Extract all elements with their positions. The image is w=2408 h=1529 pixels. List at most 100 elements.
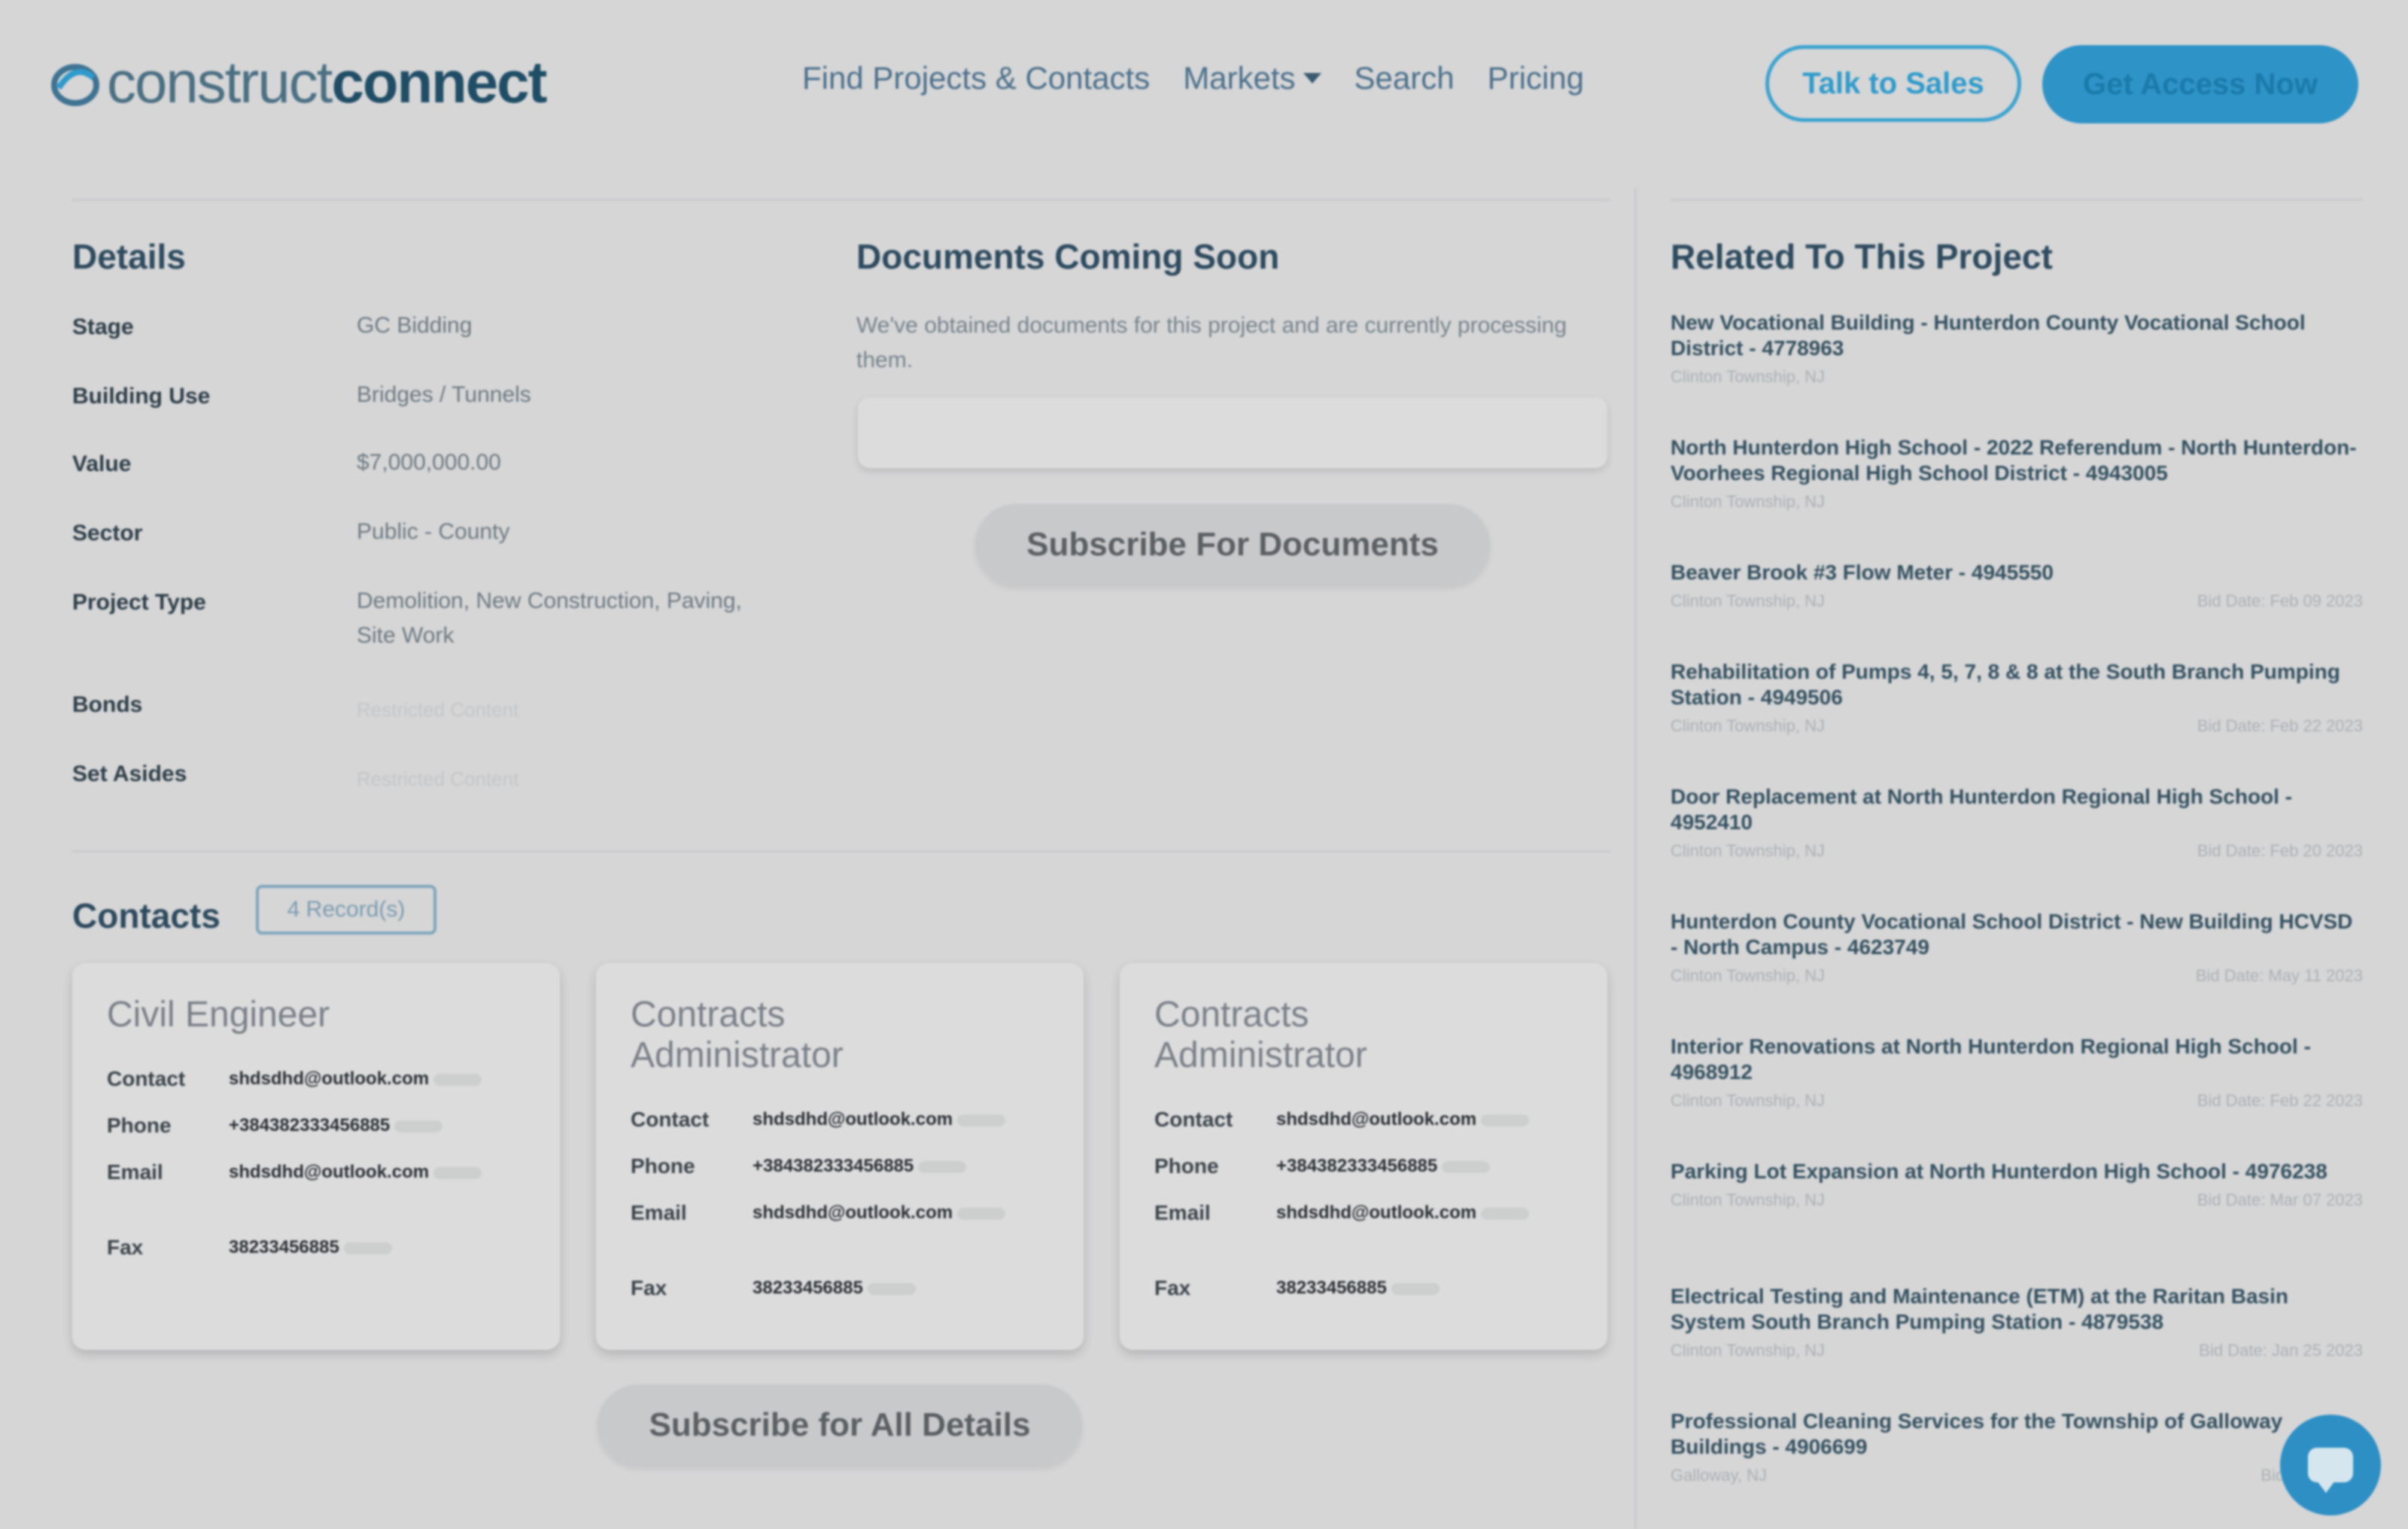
detail-value: Demolition, New Construction, Paving, Si… <box>357 588 742 648</box>
documents-placeholder <box>858 397 1607 468</box>
documents-description: We've obtained documents for this projec… <box>856 313 1567 372</box>
detail-value: Bridges / Tunnels <box>357 382 531 407</box>
related-item[interactable]: Rehabilitation of Pumps 4, 5, 7, 8 & 8 a… <box>1671 659 2363 736</box>
related-item[interactable]: Hunterdon County Vocational School Distr… <box>1671 909 2363 986</box>
email-value-text: shdsdhd@outlook.com <box>229 1162 430 1182</box>
related-item[interactable]: Interior Renovations at North Hunterdon … <box>1671 1034 2363 1111</box>
details-contacts-divider <box>72 850 1610 853</box>
contact-card: Civil Engineer Contact shdsdhd@outlook.c… <box>72 963 560 1350</box>
details-heading: Details <box>72 237 186 276</box>
fax-value-text: 38233456885 <box>752 1278 863 1298</box>
nav-find-projects[interactable]: Find Projects & Contacts <box>802 60 1150 96</box>
page: constructconnect Find Projects & Contact… <box>0 0 2408 1529</box>
phone-value-text: +384382333456885 <box>752 1156 914 1176</box>
subscribe-documents-button[interactable]: Subscribe For Documents <box>975 504 1490 585</box>
related-item-location: Clinton Township, NJ <box>1671 492 1826 511</box>
documents-heading: Documents Coming Soon <box>856 237 1280 276</box>
detail-label: Sector <box>72 521 143 546</box>
blur-mask <box>433 1073 482 1086</box>
related-item[interactable]: Beaver Brook #3 Flow Meter - 4945550 Cli… <box>1671 560 2363 611</box>
detail-label: Stage <box>72 315 134 339</box>
email-label: Email <box>1154 1201 1211 1224</box>
email-value: shdsdhd@outlook.com <box>752 1202 1006 1224</box>
phone-label: Phone <box>107 1114 172 1137</box>
detail-label: Bonds <box>72 692 143 717</box>
related-item-bid-date: Bid Date: Mar 07 2023 <box>2197 1190 2363 1209</box>
blur-mask <box>394 1120 443 1132</box>
logo-text-bold: connect <box>331 49 547 115</box>
nav-markets[interactable]: Markets <box>1183 60 1321 96</box>
blur-mask <box>957 1114 1006 1126</box>
blur-mask <box>1442 1160 1491 1173</box>
related-item[interactable]: Professional Cleaning Services for the T… <box>1671 1409 2363 1485</box>
chat-widget-button[interactable] <box>2280 1415 2381 1515</box>
blur-mask <box>1481 1114 1530 1126</box>
contact-role: Civil Engineer <box>107 995 330 1035</box>
related-item-title: Door Replacement at North Hunterdon Regi… <box>1671 785 2293 834</box>
top-divider-left <box>72 199 1610 201</box>
email-value-text: shdsdhd@outlook.com <box>1276 1202 1477 1223</box>
related-item-title: Electrical Testing and Maintenance (ETM)… <box>1671 1284 2288 1333</box>
contact-role: Contracts Administrator <box>1154 995 1367 1075</box>
detail-value: Public - County <box>357 519 510 544</box>
nav-pricing[interactable]: Pricing <box>1488 60 1584 96</box>
contact-role: Contracts Administrator <box>631 995 844 1075</box>
fax-label: Fax <box>107 1236 144 1259</box>
fax-label: Fax <box>631 1276 667 1299</box>
related-item-bid-date: Bid Date: May 11 2023 <box>2195 966 2363 985</box>
related-item-title: North Hunterdon High School - 2022 Refer… <box>1671 436 2357 485</box>
contact-card: Contracts Administrator Contact shdsdhd@… <box>596 963 1084 1350</box>
related-item[interactable]: North Hunterdon High School - 2022 Refer… <box>1671 435 2363 512</box>
detail-label: Project Type <box>72 590 206 615</box>
related-item-bid-date: Bid Date: Feb 09 2023 <box>2197 591 2363 610</box>
related-item[interactable]: Door Replacement at North Hunterdon Regi… <box>1671 784 2363 861</box>
related-item-location: Clinton Township, NJ <box>1671 591 1826 610</box>
phone-value: +384382333456885 <box>1276 1156 1491 1177</box>
records-count-badge[interactable]: 4 Record(s) <box>256 885 436 935</box>
detail-label: Building Use <box>72 384 211 409</box>
related-item[interactable]: Parking Lot Expansion at North Hunterdon… <box>1671 1159 2363 1210</box>
related-item-title: Beaver Brook #3 Flow Meter - 4945550 <box>1671 561 2054 584</box>
related-item-location: Galloway, NJ <box>1671 1466 1767 1485</box>
related-item-title: Interior Renovations at North Hunterdon … <box>1671 1035 2311 1084</box>
related-heading: Related To This Project <box>1671 237 2053 276</box>
blur-mask <box>867 1282 916 1295</box>
constructconnect-logo[interactable]: constructconnect <box>48 53 548 111</box>
phone-value: +384382333456885 <box>229 1115 443 1136</box>
contact-value: shdsdhd@outlook.com <box>229 1068 482 1090</box>
contact-label: Contact <box>107 1067 186 1090</box>
related-item[interactable]: New Vocational Building - Hunterdon Coun… <box>1671 310 2363 387</box>
blur-mask <box>433 1166 482 1179</box>
detail-value: GC Bidding <box>357 313 473 338</box>
related-item-location: Clinton Township, NJ <box>1671 1341 1826 1360</box>
restricted-value: Restricted Content <box>357 768 519 790</box>
talk-to-sales-button[interactable]: Talk to Sales <box>1765 45 2021 122</box>
contact-value: shdsdhd@outlook.com <box>1276 1109 1530 1130</box>
subscribe-all-details-button[interactable]: Subscribe for All Details <box>597 1385 1082 1466</box>
phone-value: +384382333456885 <box>752 1156 967 1177</box>
nav-search[interactable]: Search <box>1354 60 1455 96</box>
contact-value-text: shdsdhd@outlook.com <box>229 1068 430 1089</box>
detail-label: Set Asides <box>72 761 187 786</box>
fax-value-text: 38233456885 <box>1276 1278 1387 1298</box>
fax-value: 38233456885 <box>229 1237 392 1258</box>
detail-label: Value <box>72 451 132 476</box>
email-label: Email <box>631 1201 687 1224</box>
email-value-text: shdsdhd@outlook.com <box>752 1202 953 1223</box>
blur-mask <box>343 1242 392 1254</box>
chat-bubble-icon <box>2308 1448 2353 1493</box>
related-item[interactable]: Electrical Testing and Maintenance (ETM)… <box>1671 1284 2363 1360</box>
blur-mask <box>957 1207 1006 1220</box>
phone-value-text: +384382333456885 <box>1276 1156 1438 1176</box>
get-access-now-button[interactable]: Get Access Now <box>2042 45 2358 123</box>
fax-label: Fax <box>1154 1276 1191 1299</box>
related-item-location: Clinton Township, NJ <box>1671 1091 1826 1110</box>
contact-value: shdsdhd@outlook.com <box>752 1109 1006 1130</box>
email-label: Email <box>107 1160 163 1184</box>
fax-value-text: 38233456885 <box>229 1237 339 1257</box>
related-item-bid-date: Bid Date: Feb 20 2023 <box>2197 841 2363 860</box>
caret-down-icon <box>1303 73 1321 84</box>
related-item-location: Clinton Township, NJ <box>1671 716 1826 735</box>
fax-value: 38233456885 <box>1276 1278 1440 1299</box>
contacts-heading: Contacts <box>72 896 220 935</box>
